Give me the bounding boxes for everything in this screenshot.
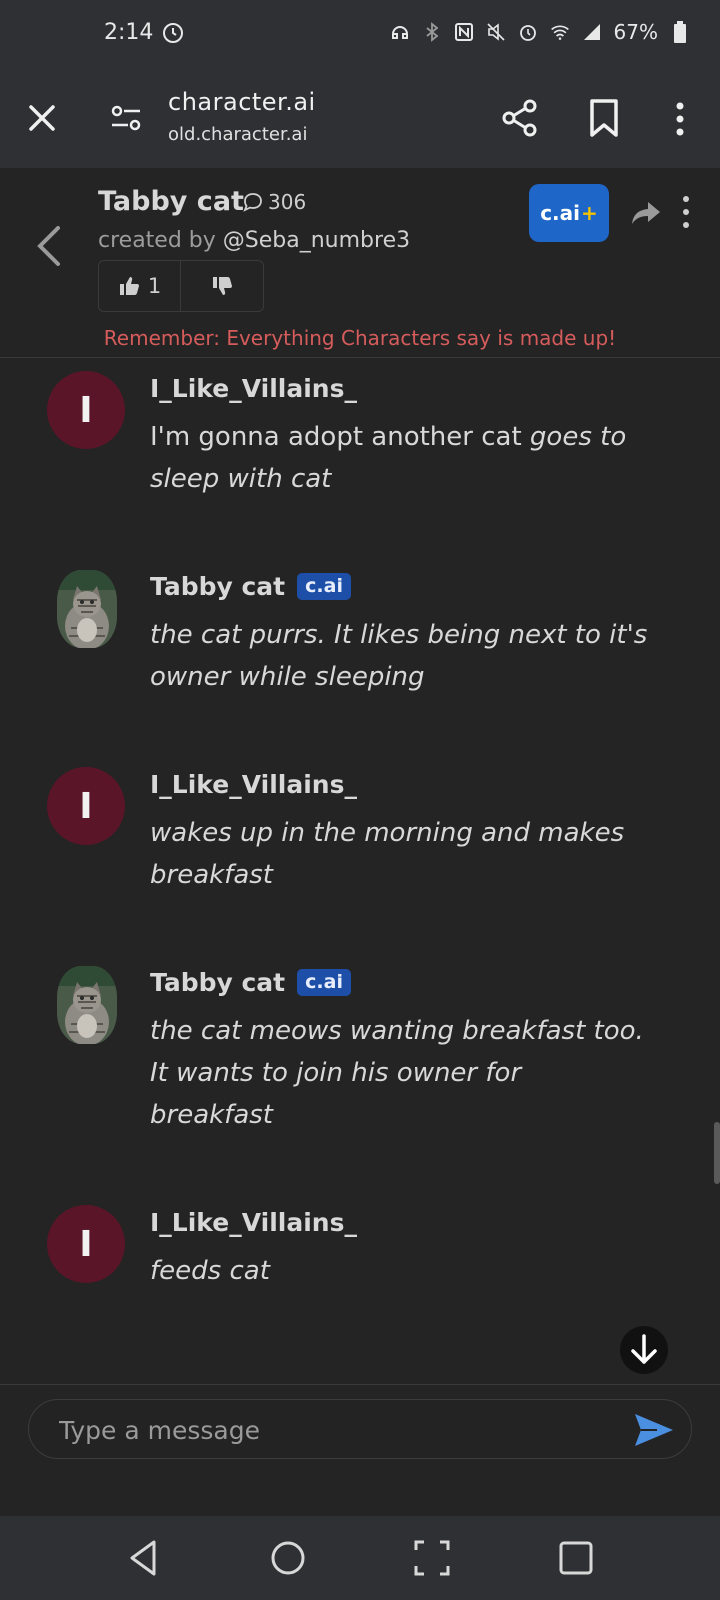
nfc-icon — [454, 22, 474, 42]
battery-icon — [670, 21, 690, 43]
user-avatar[interactable]: I — [47, 767, 125, 845]
character-name: Tabby cat — [98, 186, 244, 217]
nav-screenshot-icon[interactable] — [410, 1536, 454, 1580]
wifi-icon — [550, 22, 570, 42]
arrow-down-icon — [631, 1334, 657, 1364]
message-author: I_Like_Villains_ — [150, 374, 357, 403]
message-text: wakes up in the morning and makes breakf… — [150, 812, 650, 896]
back-arrow-icon[interactable] — [30, 224, 70, 268]
message-text: I'm gonna adopt another cat goes to slee… — [150, 416, 650, 500]
character-avatar[interactable] — [57, 570, 117, 648]
author-name: Tabby cat — [150, 968, 286, 997]
more-options-icon[interactable] — [664, 100, 696, 140]
message-author: Tabby cat c.ai — [150, 572, 351, 601]
share-arrow-icon[interactable] — [630, 196, 662, 228]
character-menu-icon[interactable] — [678, 194, 694, 230]
created-by: created by @Seba_numbre3 — [98, 228, 410, 253]
message-action-text: the cat purrs. It likes being next to it… — [150, 620, 648, 692]
chat-bubble-icon — [243, 193, 262, 212]
signal-icon — [582, 22, 602, 42]
mute-icon — [486, 22, 506, 42]
cai-badge: c.ai — [297, 969, 351, 996]
site-info[interactable]: character.ai old.character.ai — [168, 88, 316, 145]
message-plain-text: I'm gonna adopt another cat — [150, 422, 530, 452]
scroll-to-bottom-button[interactable] — [620, 1326, 668, 1374]
message-input-box — [28, 1399, 692, 1459]
author-name: I_Like_Villains_ — [150, 770, 357, 799]
send-icon[interactable] — [629, 1410, 677, 1450]
nav-recents-icon[interactable] — [554, 1536, 598, 1580]
message-input[interactable] — [59, 1410, 599, 1450]
status-time: 2:14 — [104, 20, 185, 45]
author-name: I_Like_Villains_ — [150, 1208, 357, 1237]
alarm-icon — [518, 22, 538, 42]
creator-link[interactable]: @Seba_numbre3 — [223, 228, 410, 253]
cat-photo-icon — [57, 966, 117, 1044]
user-avatar[interactable]: I — [47, 1205, 125, 1283]
clock-time: 2:14 — [104, 20, 154, 45]
message-composer — [0, 1384, 720, 1516]
cai-badge: c.ai — [297, 573, 351, 600]
battery-percent: 67% — [613, 20, 658, 44]
site-url: old.character.ai — [168, 124, 308, 145]
bookmark-icon[interactable] — [586, 98, 622, 138]
disclaimer-text: Remember: Everything Characters say is m… — [103, 326, 617, 350]
created-by-label: created by — [98, 228, 216, 253]
chat-count-value: 306 — [268, 190, 307, 214]
thumbs-up-icon — [119, 277, 139, 295]
like-count: 1 — [147, 274, 162, 298]
message-action-text: wakes up in the morning and makes breakf… — [150, 818, 625, 890]
share-icon[interactable] — [500, 98, 540, 138]
close-icon[interactable] — [22, 98, 62, 138]
nav-back-icon[interactable] — [122, 1536, 166, 1580]
cat-photo-icon — [57, 570, 117, 648]
site-settings-icon[interactable] — [110, 102, 142, 134]
nav-home-icon[interactable] — [266, 1536, 310, 1580]
message-author: Tabby cat c.ai — [150, 968, 351, 997]
status-bar: 2:14 67% — [0, 0, 720, 72]
message-author: I_Like_Villains_ — [150, 770, 357, 799]
thumbs-down-icon — [213, 277, 232, 295]
chat-count: 306 — [242, 190, 306, 214]
site-title: character.ai — [168, 88, 316, 116]
bluetooth-icon — [422, 22, 442, 42]
system-nav-bar — [0, 1516, 720, 1600]
character-avatar[interactable] — [57, 966, 117, 1044]
user-avatar[interactable]: I — [47, 371, 125, 449]
cai-plus-sign: + — [581, 201, 598, 225]
message-action-text: the cat meows wanting breakfast too. It … — [150, 1016, 644, 1130]
author-name: I_Like_Villains_ — [150, 374, 357, 403]
message-author: I_Like_Villains_ — [150, 1208, 357, 1237]
dislike-button[interactable] — [181, 261, 263, 311]
cai-plus-button[interactable]: c.ai + — [529, 184, 609, 242]
message-list[interactable]: I I_Like_Villains_ I'm gonna adopt anoth… — [0, 360, 720, 1384]
headset-icon — [390, 22, 410, 42]
message-action-text: feeds cat — [150, 1256, 270, 1286]
vote-group: 1 — [98, 260, 264, 312]
scrollbar-thumb[interactable] — [714, 1122, 720, 1184]
status-icons: 67% — [390, 20, 690, 44]
author-name: Tabby cat — [150, 572, 286, 601]
message-text: feeds cat — [150, 1250, 650, 1292]
cai-plus-label: c.ai — [540, 201, 581, 225]
browser-toolbar: character.ai old.character.ai — [0, 72, 720, 168]
like-button[interactable]: 1 — [99, 261, 181, 311]
message-text: the cat meows wanting breakfast too. It … — [150, 1010, 650, 1136]
alarm-clock-icon — [163, 22, 184, 43]
character-header: Tabby cat 306 created by @Seba_numbre3 1… — [0, 168, 720, 358]
message-text: the cat purrs. It likes being next to it… — [150, 614, 650, 698]
